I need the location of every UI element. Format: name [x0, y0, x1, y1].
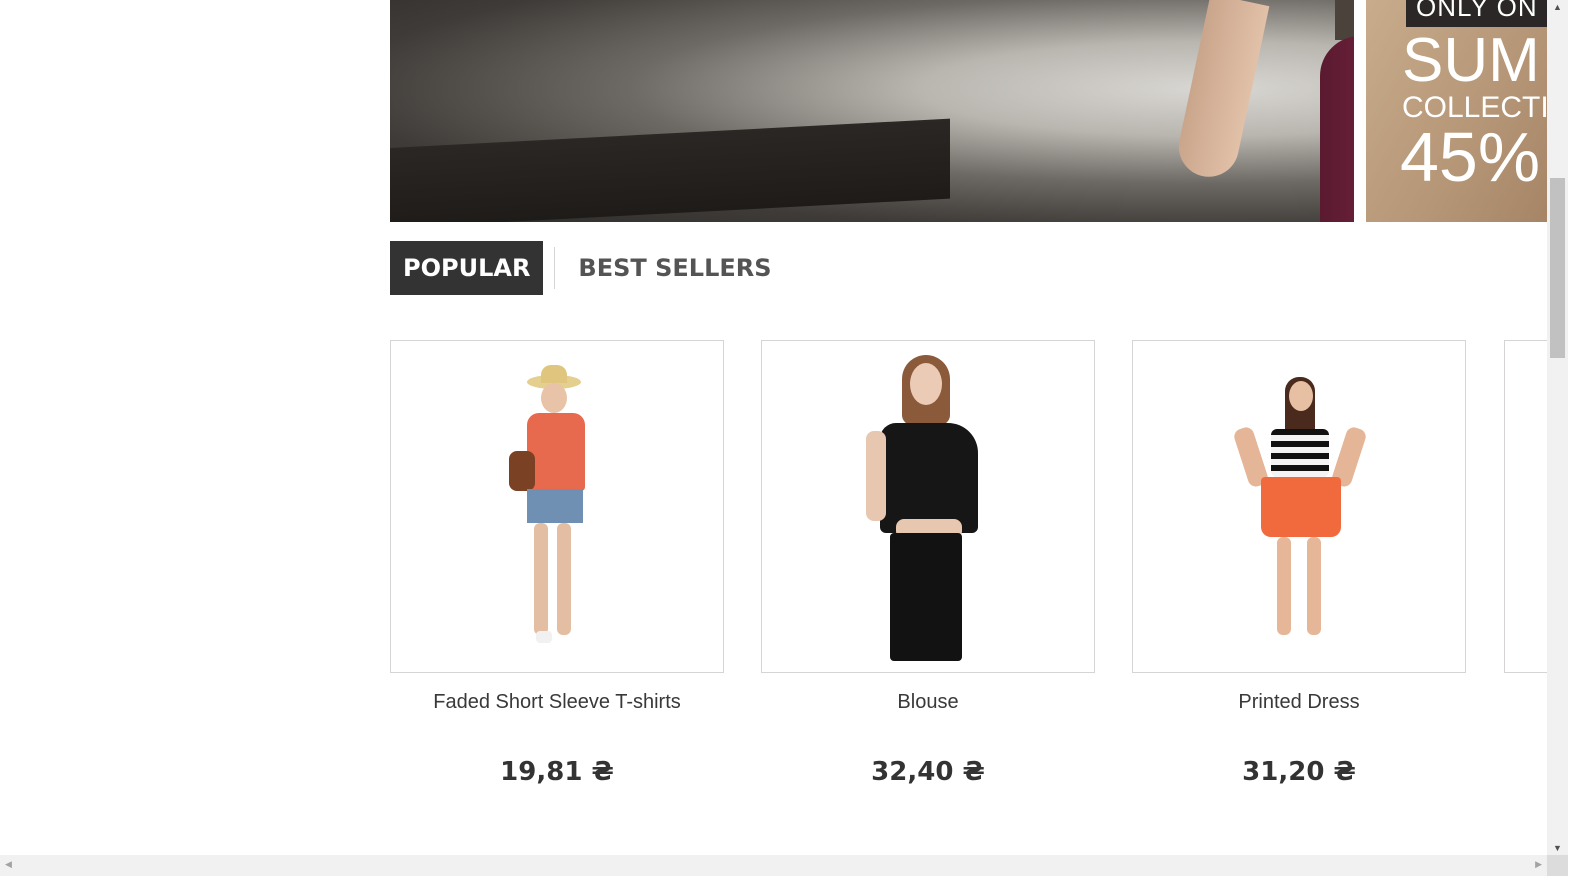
product-name[interactable]: Faded Short Sleeve T-shirts — [390, 691, 724, 714]
tab-popular[interactable]: POPULAR — [390, 241, 544, 295]
product-image — [762, 341, 1094, 672]
product-name[interactable]: Blouse — [761, 691, 1095, 714]
scroll-down-icon[interactable]: ▼ — [1547, 843, 1568, 853]
slide-image-railing — [390, 118, 950, 222]
scroll-left-icon[interactable]: ◀ — [5, 859, 12, 870]
bottom-strip — [0, 876, 1584, 885]
slide-image-skirt — [1320, 36, 1354, 222]
vertical-scroll-thumb[interactable] — [1550, 178, 1565, 358]
product-image-link[interactable] — [761, 340, 1095, 673]
tab-divider — [554, 247, 556, 289]
scrollbar-corner — [1547, 855, 1568, 876]
product-image — [1133, 341, 1465, 672]
product-image-link[interactable] — [390, 340, 724, 673]
product-tabs: POPULAR BEST SELLERS — [390, 241, 772, 295]
vertical-scrollbar[interactable]: ▲ ▼ — [1547, 0, 1568, 855]
product-card: Printed Dress 31,20 ₴ — [1132, 340, 1466, 787]
product-price: 32,40 ₴ — [871, 757, 985, 787]
promo-banner[interactable]: ONLY ON SUM COLLECTIO 45% — [1366, 0, 1547, 222]
scroll-up-icon[interactable]: ▲ — [1547, 2, 1568, 12]
product-price: 31,20 ₴ — [1242, 757, 1356, 787]
product-price: 19,81 ₴ — [500, 757, 614, 787]
tab-best-sellers[interactable]: BEST SELLERS — [578, 241, 771, 295]
promo-discount: 45% — [1400, 118, 1541, 196]
slide-image-top — [1335, 0, 1354, 40]
horizontal-scrollbar[interactable]: ◀ ▶ — [0, 855, 1547, 876]
product-name[interactable]: Printed Dress — [1132, 691, 1466, 714]
product-card: Faded Short Sleeve T-shirts 19,81 ₴ — [390, 340, 724, 787]
product-image — [391, 341, 723, 672]
scroll-right-icon[interactable]: ▶ — [1535, 859, 1542, 870]
slide-image-arm — [1173, 0, 1270, 183]
product-image-link[interactable] — [1132, 340, 1466, 673]
promo-tag: ONLY ON — [1406, 0, 1547, 27]
promo-headline: SUM — [1402, 26, 1540, 95]
product-card: Blouse 32,40 ₴ — [761, 340, 1095, 787]
homepage-slider: ‹ › — [390, 0, 1354, 222]
